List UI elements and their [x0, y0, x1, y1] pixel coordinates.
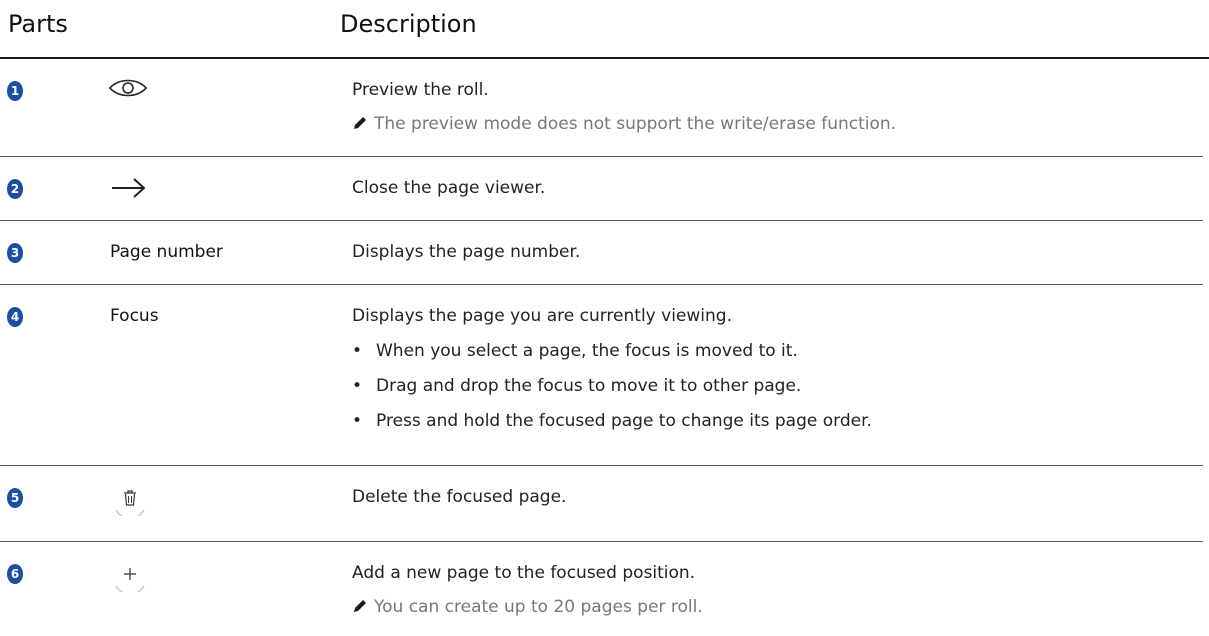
number-badge: 6 — [7, 564, 23, 584]
table-row: 2 Close the page viewer. — [0, 157, 1203, 221]
row-note: You can create up to 20 pages per roll. — [352, 592, 703, 624]
table-header: Parts Description — [0, 0, 1209, 59]
row-note-text: You can create up to 20 pages per roll. — [374, 597, 703, 617]
plus-icon — [113, 558, 147, 596]
number-badge: 1 — [7, 81, 23, 101]
number-badge: 5 — [7, 488, 23, 508]
row-description: Add a new page to the focused position. — [352, 563, 696, 583]
number-badge: 3 — [7, 243, 23, 263]
bullet-icon: • — [352, 341, 363, 361]
table-row: 5 Delete the focused page. — [0, 466, 1203, 542]
list-item: • Press and hold the focused page to chan… — [352, 406, 872, 436]
row-note-text: The preview mode does not support the wr… — [374, 114, 897, 134]
description-column-header: Description — [340, 10, 477, 38]
number-badge: 4 — [7, 307, 23, 327]
part-name: Page number — [110, 242, 223, 262]
row-note: The preview mode does not support the wr… — [352, 109, 896, 141]
row-description: Delete the focused page. — [352, 487, 567, 507]
table-row: 4 Focus Displays the page you are curren… — [0, 285, 1203, 466]
bullet-icon: • — [352, 411, 363, 431]
row-description: Preview the roll. — [352, 80, 489, 100]
eye-icon — [108, 77, 148, 103]
list-item: • Drag and drop the focus to move it to o… — [352, 371, 801, 401]
row-description: Displays the page number. — [352, 242, 581, 262]
row-description: Displays the page you are currently view… — [352, 306, 732, 326]
pencil-icon — [352, 111, 374, 141]
list-item: • When you select a page, the focus is mo… — [352, 336, 798, 366]
number-badge: 2 — [7, 179, 23, 199]
arrow-right-icon — [110, 177, 146, 203]
pencil-icon — [352, 594, 374, 624]
table-row: 1 Preview the roll. The preview mode doe… — [0, 59, 1203, 157]
bullet-icon: • — [352, 376, 363, 396]
part-name: Focus — [110, 306, 159, 326]
table-row: 6 Add a new page to the focused position… — [0, 542, 1203, 636]
parts-table: Parts Description 1 Preview the roll. Th… — [0, 0, 1209, 636]
parts-column-header: Parts — [8, 10, 68, 38]
trash-icon — [113, 482, 147, 520]
table-row: 3 Page number Displays the page number. — [0, 221, 1203, 285]
row-description: Close the page viewer. — [352, 178, 546, 198]
